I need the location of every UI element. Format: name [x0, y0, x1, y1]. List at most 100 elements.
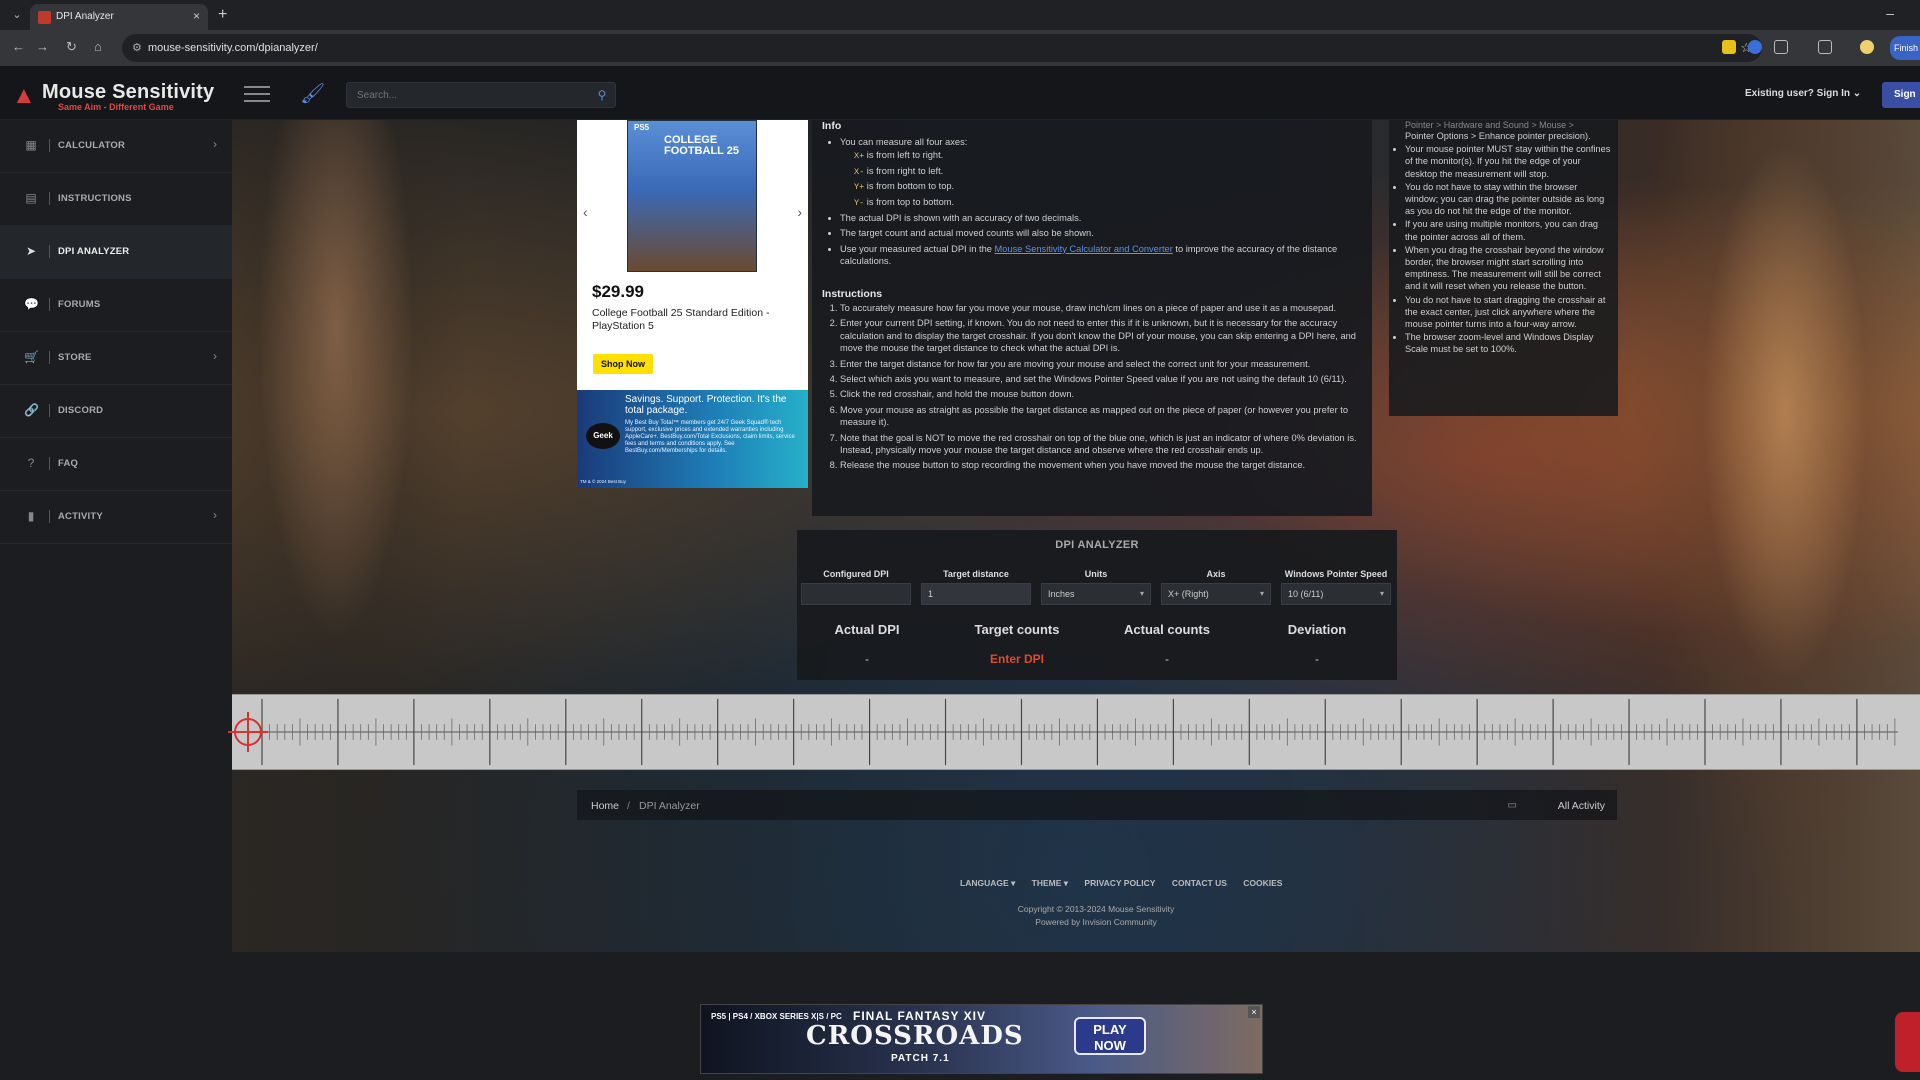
search-box: ⚲ — [346, 82, 616, 108]
geek-squad-logo: Geek — [586, 423, 620, 449]
actual-dpi-value: - — [865, 652, 869, 666]
tab-list-icon[interactable]: ⌄ — [8, 6, 26, 24]
info-list: You can measure all four axes: X+ is fro… — [840, 136, 1365, 271]
powered-by-link[interactable]: Powered by Invision Community — [136, 916, 1920, 929]
ad-fine-print: My Best Buy Total™ members get 24/7 Geek… — [625, 420, 795, 454]
chevron-down-icon: ⌄ — [1852, 88, 1862, 99]
list-item: The browser zoom-level and Windows Displ… — [1405, 331, 1611, 355]
banner-ad[interactable]: PS5 | PS4 / XBOX SERIES X|S / PC FINAL F… — [700, 1004, 1263, 1074]
chevron-down-icon: ▾ — [1379, 589, 1384, 598]
menu-icon[interactable] — [244, 86, 270, 102]
shop-now-button[interactable]: Shop Now — [593, 354, 653, 374]
breadcrumb-home[interactable]: Home — [591, 800, 619, 812]
calculator-link[interactable]: Mouse Sensitivity Calculator and Convert… — [995, 244, 1173, 254]
close-icon[interactable]: × — [1248, 1006, 1260, 1018]
sidebar: ▦ CALCULATOR › ▤ INSTRUCTIONS ➤ DPI ANAL… — [0, 120, 232, 1080]
axis-value: X+ (Right) — [1168, 589, 1209, 599]
geek-squad-ad[interactable]: Geek Savings. Support. Protection. It's … — [577, 390, 808, 488]
axis-intro: You can measure all four axes: — [840, 137, 968, 147]
target-distance-field[interactable]: 1 — [921, 583, 1031, 605]
measurement-ruler[interactable] — [232, 694, 1920, 770]
chat-icon: 💬 — [24, 297, 39, 311]
puzzle-icon[interactable] — [1774, 40, 1788, 54]
axis-code: X+ — [854, 151, 865, 162]
cart-icon: 🛒 — [24, 350, 39, 364]
cast-icon[interactable] — [1818, 40, 1832, 54]
site-favicon-icon — [38, 11, 51, 24]
extension-icon[interactable] — [1748, 40, 1762, 54]
sidebar-item-dpi-analyzer[interactable]: ➤ DPI ANALYZER — [0, 226, 232, 279]
target-counts-label: Target counts — [974, 622, 1060, 637]
footer-cookies-link[interactable]: COOKIES — [1243, 878, 1282, 888]
units-select[interactable]: Inches ▾ — [1041, 583, 1151, 605]
avatar[interactable] — [1860, 40, 1874, 54]
chart-icon: ▮ — [27, 509, 35, 523]
browser-tab[interactable]: DPI Analyzer × — [30, 4, 208, 30]
window-minimize-icon[interactable]: – — [1886, 5, 1894, 21]
product-ad[interactable]: PS5 COLLEGE FOOTBALL 25 ‹ › $29.99 Colle… — [577, 120, 808, 390]
all-activity-link[interactable]: All Activity — [1558, 800, 1605, 812]
breadcrumb-current: DPI Analyzer — [639, 800, 700, 812]
footer-contact-link[interactable]: CONTACT US — [1172, 878, 1227, 888]
new-tab-icon[interactable]: + — [218, 6, 227, 24]
theme-brush-icon[interactable]: 🖌 — [300, 81, 325, 106]
sidebar-item-label: ACTIVITY — [58, 511, 103, 522]
address-bar[interactable]: ⚙ mouse-sensitivity.com/dpianalyzer/ ☆ — [122, 34, 1762, 62]
extension-icon[interactable] — [1722, 40, 1736, 54]
sidebar-item-instructions[interactable]: ▤ INSTRUCTIONS — [0, 173, 232, 226]
configured-dpi-field[interactable] — [801, 583, 911, 605]
sidebar-item-discord[interactable]: 🔗 DISCORD — [0, 385, 232, 438]
list-item: Use your measured actual DPI in the Mous… — [840, 243, 1365, 268]
sidebar-item-calculator[interactable]: ▦ CALCULATOR › — [0, 120, 232, 173]
sidebar-item-faq[interactable]: ? FAQ — [0, 438, 232, 491]
target-distance-label: Target distance — [943, 569, 1009, 579]
signin-label: Existing user? Sign In — [1745, 88, 1851, 99]
axis-text: is from left to right. — [866, 150, 944, 161]
actual-dpi-label: Actual DPI — [834, 622, 900, 637]
axis-code: Y+ — [854, 182, 865, 193]
sidebar-item-label: CALCULATOR — [58, 140, 126, 151]
profile-finish-button[interactable]: Finish — [1890, 36, 1920, 60]
footer-privacy-link[interactable]: PRIVACY POLICY — [1084, 878, 1155, 888]
tab-close-icon[interactable]: × — [193, 9, 200, 23]
list-item: Click the red crosshair, and hold the mo… — [840, 388, 1365, 400]
logo-name: Mouse Sensitivity — [42, 81, 215, 103]
site-logo[interactable]: ▲ Mouse Sensitivity Same Aim - Different… — [12, 80, 232, 112]
axis-select[interactable]: X+ (Right) ▾ — [1161, 583, 1271, 605]
reload-icon[interactable]: ↻ — [66, 39, 77, 55]
pointer-speed-select[interactable]: 10 (6/11) ▾ — [1281, 583, 1391, 605]
sidebar-item-forums[interactable]: 💬 FORUMS — [0, 279, 232, 332]
footer-theme-link[interactable]: THEME ▾ — [1032, 878, 1068, 888]
list-item: You can measure all four axes: X+ is fro… — [840, 136, 1365, 209]
back-icon[interactable]: ← — [12, 39, 25, 54]
signin-link[interactable]: Existing user? Sign In ⌄ — [1745, 88, 1861, 99]
ad-footer: TM & © 2024 Best Buy — [580, 479, 626, 484]
list-item: Move your mouse as straight as possible … — [840, 404, 1365, 429]
forward-icon[interactable]: → — [36, 39, 49, 54]
list-item: X- is from right to left. — [854, 165, 1365, 178]
youtube-subscribe-icon[interactable] — [1895, 1012, 1920, 1072]
sidebar-item-label: DPI ANALYZER — [58, 246, 130, 257]
logo-tagline: Same Aim - Different Game — [58, 102, 174, 112]
site-info-icon[interactable]: ⚙ — [132, 41, 142, 54]
actual-counts-value: - — [1165, 652, 1169, 666]
cursor-icon: ➤ — [25, 244, 37, 258]
footer-language-link[interactable]: LANGUAGE ▾ — [960, 878, 1015, 888]
search-icon[interactable]: ⚲ — [589, 83, 615, 107]
sidebar-item-label: INSTRUCTIONS — [58, 193, 132, 204]
sidebar-item-store[interactable]: 🛒 STORE › — [0, 332, 232, 385]
sidebar-item-activity[interactable]: ▮ ACTIVITY › — [0, 491, 232, 544]
chevron-right-icon: › — [213, 349, 217, 363]
copyright-text: Copyright © 2013-2024 Mouse Sensitivity — [1017, 904, 1175, 914]
carousel-next-icon[interactable]: › — [797, 204, 802, 220]
red-crosshair-handle[interactable] — [228, 712, 268, 752]
dpi-analyzer-panel: DPI ANALYZER Configured DPI Target dista… — [797, 530, 1397, 680]
signup-button[interactable]: Sign — [1882, 82, 1920, 108]
play-now-button[interactable]: PLAY NOW — [1074, 1017, 1146, 1055]
logo-mark-icon: ▲ — [12, 82, 36, 109]
cover-title: COLLEGE FOOTBALL 25 — [664, 134, 739, 157]
home-icon[interactable]: ⌂ — [94, 39, 102, 54]
search-input[interactable] — [357, 87, 577, 103]
carousel-prev-icon[interactable]: ‹ — [583, 204, 588, 220]
list-item: Enter your current DPI setting, if known… — [840, 317, 1365, 354]
